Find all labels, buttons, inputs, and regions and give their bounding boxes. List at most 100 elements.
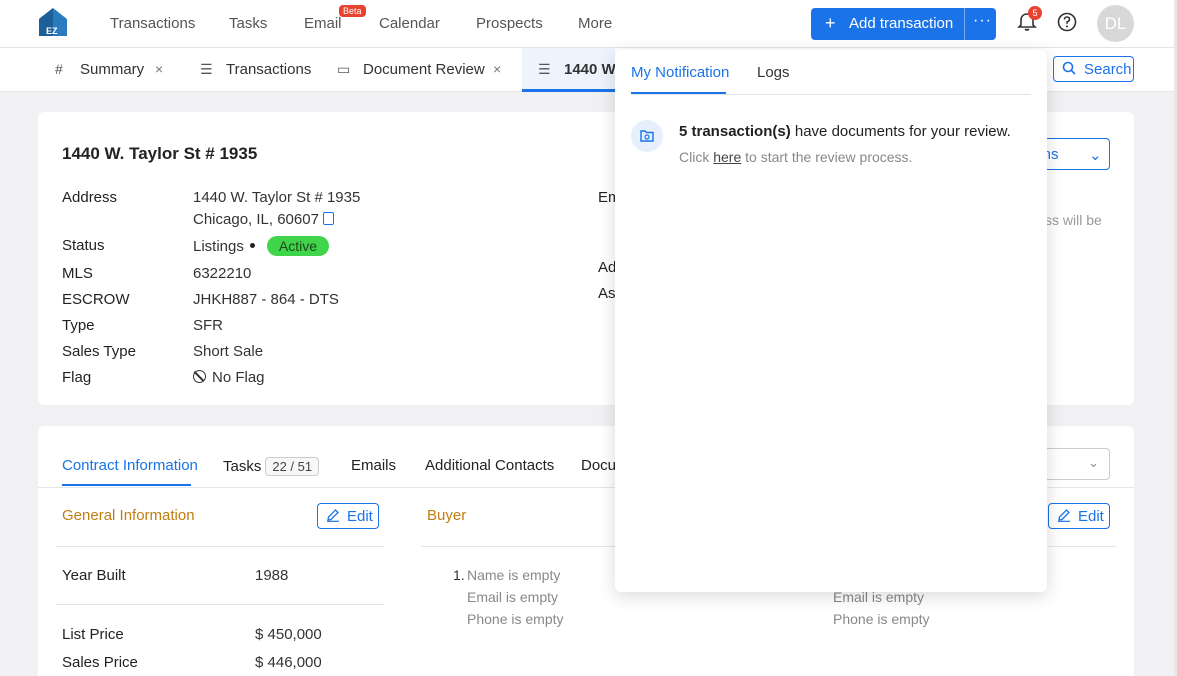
escrow-label: ESCROW <box>62 291 130 308</box>
buyer-number: 1. <box>453 567 465 583</box>
tab-logs[interactable]: Logs <box>757 64 790 81</box>
help-icon[interactable] <box>1057 12 1077 32</box>
nav-more[interactable]: More <box>578 15 612 32</box>
pencil-icon <box>327 509 339 522</box>
notification-count-text: 5 transaction(s) <box>679 123 791 140</box>
notification-rest-text: have documents for your review. <box>790 123 1011 140</box>
buyer2-phone-empty: Phone is empty <box>833 611 930 627</box>
logo-text: EZ <box>46 26 58 36</box>
nav-prospects[interactable]: Prospects <box>476 15 543 32</box>
edit-label: Edit <box>1078 508 1104 525</box>
close-icon[interactable]: × <box>493 61 501 77</box>
chevron-down-icon: ⌄ <box>1088 455 1099 470</box>
flag-label: Flag <box>62 369 92 386</box>
tab-emails[interactable]: Emails <box>351 457 396 474</box>
notification-message: 5 transaction(s) have documents for your… <box>679 123 1011 140</box>
nav-email[interactable]: Email <box>304 15 342 32</box>
no-flag-icon <box>193 370 206 383</box>
divider <box>56 546 384 547</box>
sales-type-label: Sales Type <box>62 343 136 360</box>
buyer-title: Buyer <box>427 507 467 524</box>
plus-icon: + <box>825 13 836 33</box>
button-separator <box>964 8 965 40</box>
tab-document-review-label: Document Review <box>363 61 485 78</box>
more-options-icon[interactable]: ··· <box>973 12 992 30</box>
search-label: Search <box>1084 61 1132 78</box>
chevron-down-icon: ⌄ <box>1089 147 1102 164</box>
buyer-name-empty: Name is empty <box>467 567 561 583</box>
edit-label: Edit <box>347 508 373 525</box>
tab-tasks-label: Tasks <box>223 458 262 475</box>
status-row: Listings Active <box>193 236 329 256</box>
tab-transactions-label: Transactions <box>226 61 312 78</box>
beta-badge: Beta <box>339 5 366 17</box>
top-navigation-bar: EZ Transactions Tasks Email Beta Calenda… <box>0 0 1174 48</box>
status-value: Listings <box>193 238 244 255</box>
list-price-label: List Price <box>62 626 124 643</box>
flag-row[interactable]: No Flag <box>193 369 265 386</box>
here-link[interactable]: here <box>713 149 741 165</box>
tab-summary[interactable]: # Summary × <box>38 48 180 92</box>
notification-action-text: Click here to start the review process. <box>679 149 912 165</box>
notification-divider <box>631 94 1031 95</box>
buyer-email-empty: Email is empty <box>467 589 559 605</box>
mls-label: MLS <box>62 265 93 282</box>
notification-count-badge: 5 <box>1028 6 1042 20</box>
address-line2-row: Chicago, IL, 60607 <box>193 211 334 228</box>
active-tab-underline <box>62 484 191 486</box>
add-transaction-button[interactable]: + Add transaction ··· <box>811 8 996 40</box>
nav-transactions[interactable]: Transactions <box>110 15 195 32</box>
faded-info-text: ss will be <box>1045 212 1102 228</box>
sales-price-label: Sales Price <box>62 654 138 671</box>
nav-tasks[interactable]: Tasks <box>229 15 267 32</box>
tasks-count-badge: 22 / 51 <box>265 457 320 476</box>
list-icon: ☰ <box>200 61 213 77</box>
tab-my-notification[interactable]: My Notification <box>631 64 729 81</box>
sales-price-value: $ 446,000 <box>255 654 322 671</box>
address-line2: Chicago, IL, 60607 <box>193 211 319 228</box>
folder-icon: ▭ <box>337 61 351 77</box>
tab-property-label: 1440 W <box>564 61 616 78</box>
tab-contract-information[interactable]: Contract Information <box>62 457 198 474</box>
folder-icon <box>640 130 654 142</box>
general-information-title: General Information <box>62 507 195 524</box>
user-avatar[interactable]: DL <box>1097 5 1134 42</box>
nav-calendar[interactable]: Calendar <box>379 15 440 32</box>
assigned-label: As <box>598 285 616 302</box>
type-value: SFR <box>193 317 223 334</box>
tab-transactions[interactable]: ☰ Transactions <box>180 48 320 92</box>
tab-tasks[interactable]: Tasks 22 / 51 <box>223 457 320 476</box>
additional-label: Ad <box>598 259 617 276</box>
edit-general-button[interactable]: Edit <box>317 503 379 529</box>
tab-document-review[interactable]: ▭ Document Review × <box>320 48 520 92</box>
bullet-dot <box>249 243 255 248</box>
list-icon: ☰ <box>538 61 551 77</box>
type-label: Type <box>62 317 95 334</box>
address-line1: 1440 W. Taylor St # 1935 <box>193 189 361 206</box>
filter-select[interactable]: ⌄ <box>1038 448 1110 480</box>
status-badge: Active <box>266 236 329 256</box>
close-icon[interactable]: × <box>155 61 163 77</box>
status-label: Status <box>62 237 105 254</box>
buyer-phone-empty: Phone is empty <box>467 611 564 627</box>
document-folder-icon <box>631 120 663 152</box>
tab-property[interactable]: ☰ 1440 W <box>522 48 616 92</box>
year-built-value: 1988 <box>255 567 289 584</box>
address-label: Address <box>62 189 118 206</box>
year-built-label: Year Built <box>62 567 126 584</box>
tab-documents[interactable]: Docu <box>581 457 616 474</box>
sales-type-value: Short Sale <box>193 343 264 360</box>
edit-buyer-button[interactable]: Edit <box>1048 503 1110 529</box>
pencil-icon <box>1058 509 1070 522</box>
mls-value: 6322210 <box>193 265 252 282</box>
escrow-value: JHKH887 - 864 - DTS <box>193 291 339 308</box>
ez-logo-icon[interactable]: EZ <box>37 7 69 37</box>
click-text: Click <box>679 149 714 165</box>
after-text: to start the review process. <box>741 149 913 165</box>
notification-panel: My Notification Logs 5 transaction(s) ha… <box>615 50 1047 592</box>
tab-additional-contacts[interactable]: Additional Contacts <box>425 457 554 474</box>
list-price-value: $ 450,000 <box>255 626 322 643</box>
copy-icon[interactable] <box>322 212 334 225</box>
search-button[interactable]: Search <box>1053 56 1134 82</box>
flag-value: No Flag <box>212 369 265 386</box>
